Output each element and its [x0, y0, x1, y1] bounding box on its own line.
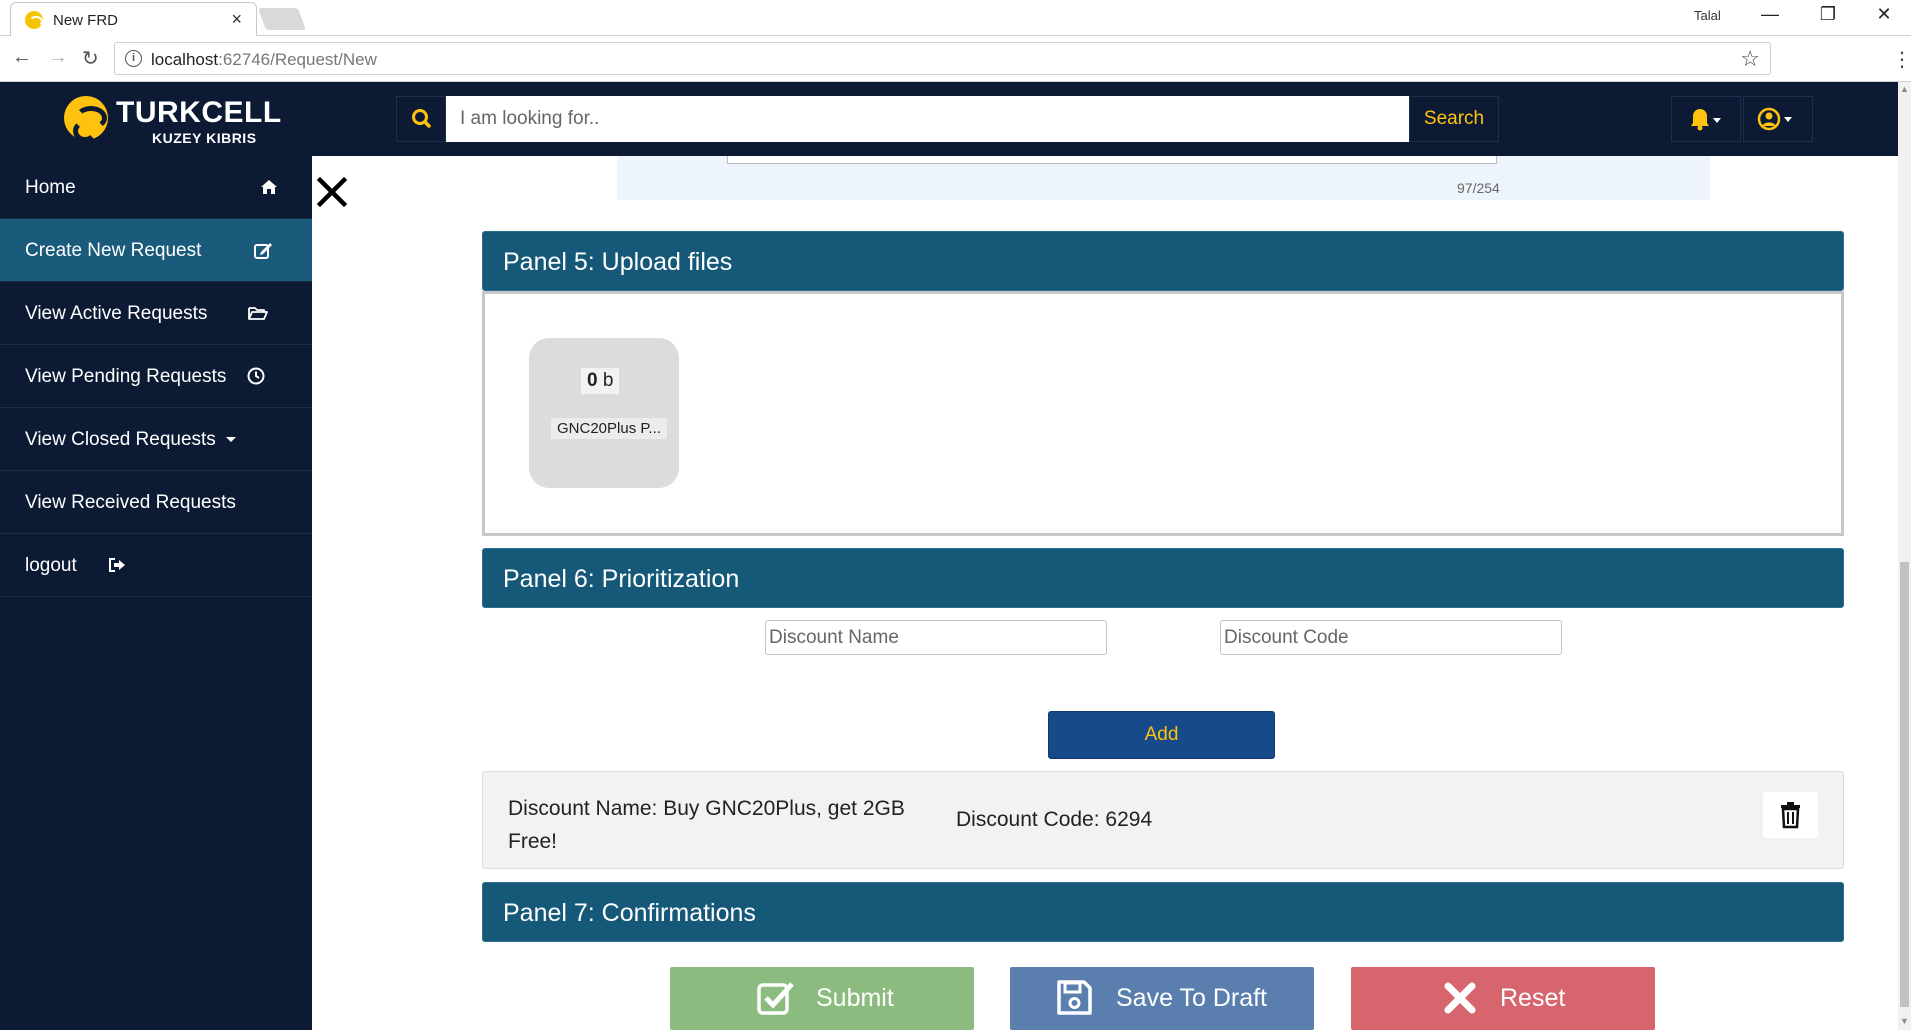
sidebar-item-label: View Pending Requests [25, 366, 227, 387]
char-counter: 97/254 [1457, 180, 1500, 196]
caret-down-icon [226, 437, 236, 442]
sidebar-item-view-closed-requests[interactable]: View Closed Requests [0, 408, 312, 471]
tab-title: New FRD [53, 12, 119, 29]
panel-5-header[interactable]: Panel 5: Upload files [482, 231, 1844, 291]
page-scrollbar[interactable]: ▲ ▼ [1898, 82, 1911, 1030]
scroll-thumb[interactable] [1900, 562, 1909, 1007]
edit-icon [254, 243, 272, 259]
reset-label: Reset [1500, 984, 1566, 1012]
sidebar-item-home[interactable]: Home [0, 156, 312, 219]
sidebar-item-view-pending-requests[interactable]: View Pending Requests [0, 345, 312, 408]
new-tab-button[interactable] [257, 8, 307, 30]
tab-close-icon[interactable]: × [231, 9, 242, 30]
sidebar-item-label: logout [25, 555, 77, 576]
sidebar-item-view-received-requests[interactable]: View Received Requests [0, 471, 312, 534]
panel-title: Panel 5: Upload files [503, 248, 733, 276]
sidebar-item-create-new-request[interactable]: Create New Request [0, 219, 312, 282]
logo-subtitle: KUZEY KIBRIS [152, 130, 257, 146]
discount-entry-name: Discount Name: Buy GNC20Plus, get 2GB Fr… [508, 797, 905, 853]
address-bar[interactable]: i localhost:62746/Request/New ☆ [114, 42, 1771, 75]
uploaded-file-preview[interactable]: 0 b GNC20Plus P... [529, 338, 679, 488]
url-text: localhost:62746/Request/New [151, 50, 377, 69]
restore-icon[interactable]: ❐ [1808, 4, 1848, 25]
discount-entry: Discount Name: Buy GNC20Plus, get 2GB Fr… [482, 771, 1844, 869]
sidebar-item-view-active-requests[interactable]: View Active Requests [0, 282, 312, 345]
notifications-bell-icon[interactable] [1671, 96, 1741, 142]
file-size: 0 b [581, 368, 620, 394]
discount-entry-code: Discount Code: 6294 [956, 808, 1153, 831]
sidebar-item-label: Create New Request [25, 240, 202, 261]
x-mark-icon [1444, 982, 1476, 1014]
folder-open-icon [248, 307, 268, 320]
scroll-up-arrow-icon[interactable]: ▲ [1900, 84, 1909, 94]
delete-discount-button[interactable] [1763, 792, 1818, 838]
panel-6-header[interactable]: Panel 6: Prioritization [482, 548, 1844, 608]
discount-name-input[interactable] [765, 620, 1107, 655]
browser-tabstrip: New FRD × Talal — ❐ ✕ [0, 0, 1911, 36]
textarea-section: 97/254 [617, 156, 1710, 200]
description-textarea[interactable] [727, 156, 1497, 164]
sidebar-item-label: Home [25, 177, 76, 198]
discount-code-input[interactable] [1220, 620, 1562, 655]
panel-title: Panel 7: Confirmations [503, 899, 756, 927]
trash-icon [1781, 802, 1800, 829]
search-bar: Search [396, 96, 1502, 142]
panel-7-header[interactable]: Panel 7: Confirmations [482, 882, 1844, 942]
back-arrow-icon[interactable]: ← [12, 46, 32, 69]
home-icon [261, 180, 277, 194]
reload-icon[interactable]: ↻ [82, 46, 99, 71]
window-close-icon[interactable]: ✕ [1864, 4, 1904, 25]
sidebar-item-label: View Active Requests [25, 303, 208, 324]
sidebar-item-label: View Closed Requests [25, 429, 216, 450]
site-info-icon[interactable]: i [125, 50, 142, 67]
save-to-draft-button[interactable]: Save To Draft [1010, 967, 1314, 1030]
file-name: GNC20Plus P... [551, 418, 667, 439]
user-account-icon[interactable] [1743, 96, 1813, 142]
close-icon[interactable] [316, 176, 348, 208]
save-to-draft-label: Save To Draft [1116, 984, 1268, 1012]
sidebar-item-label: View Received Requests [25, 492, 236, 513]
browser-menu-icon[interactable]: ⋮ [1892, 47, 1911, 72]
submit-button[interactable]: Submit [670, 967, 974, 1030]
upload-dropzone[interactable]: 0 b GNC20Plus P... [482, 291, 1844, 536]
sidebar: Home Create New Request View Active Requ… [0, 156, 312, 1030]
submit-label: Submit [816, 984, 894, 1012]
app-header: TURKCELL KUZEY KIBRIS Search [0, 82, 1898, 156]
browser-profile-name[interactable]: Talal [1694, 8, 1721, 23]
logo-title: TURKCELL [116, 96, 282, 129]
search-input[interactable] [446, 96, 1409, 142]
sidebar-item-logout[interactable]: logout [0, 534, 312, 597]
check-square-icon [757, 982, 794, 1015]
search-button[interactable]: Search [1409, 96, 1499, 142]
main-content: 97/254 Panel 5: Upload files 0 b GNC20Pl… [312, 156, 1898, 1030]
clock-icon [247, 367, 265, 385]
panel-title: Panel 6: Prioritization [503, 565, 740, 593]
sign-out-icon [109, 558, 125, 572]
forward-arrow-icon[interactable]: → [48, 46, 68, 69]
search-icon[interactable] [396, 96, 446, 142]
browser-tab[interactable]: New FRD × [10, 2, 257, 36]
add-discount-button[interactable]: Add [1048, 711, 1275, 759]
floppy-disk-icon [1057, 980, 1092, 1015]
minimize-icon[interactable]: — [1750, 4, 1790, 25]
bookmark-star-icon[interactable]: ☆ [1740, 46, 1760, 72]
turkcell-logo-icon [64, 96, 108, 142]
turkcell-favicon-icon [25, 11, 43, 29]
reset-button[interactable]: Reset [1351, 967, 1655, 1030]
browser-toolbar: ← → ↻ i localhost:62746/Request/New ☆ ⋮ [0, 37, 1911, 82]
scroll-down-arrow-icon[interactable]: ▼ [1900, 1016, 1909, 1026]
